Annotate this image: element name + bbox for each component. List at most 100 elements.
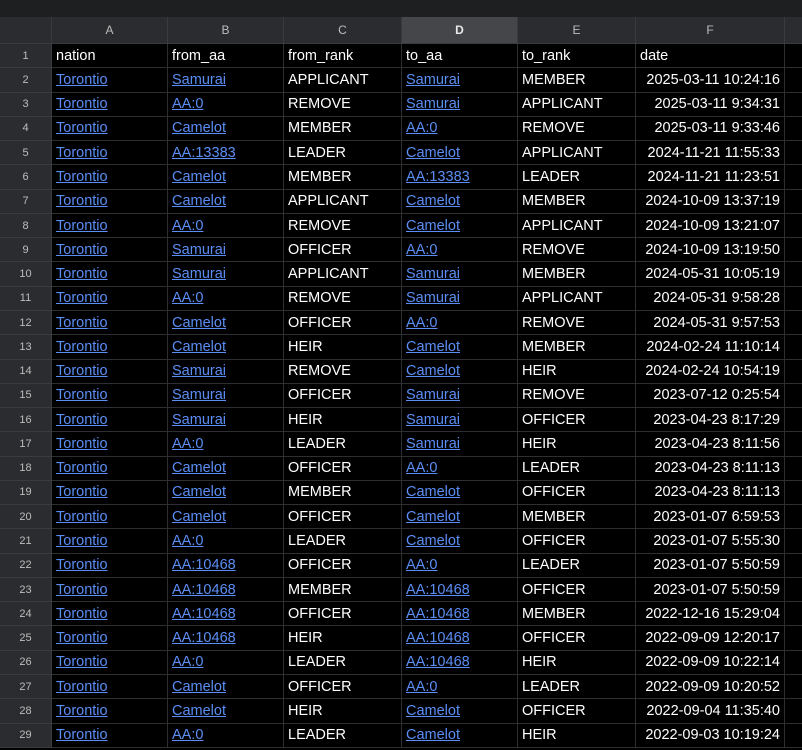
from-rank-cell[interactable]: APPLICANT <box>284 262 402 287</box>
row-number[interactable]: 10 <box>0 262 52 287</box>
to-aa-link[interactable]: Camelot <box>402 213 518 239</box>
from-rank-cell[interactable]: HEIR <box>284 699 402 724</box>
from-aa-link[interactable]: AA:0 <box>168 432 284 457</box>
to-rank-cell[interactable]: APPLICANT <box>518 141 636 166</box>
from-aa-link[interactable]: AA:10468 <box>168 626 284 651</box>
date-cell[interactable]: 2024-11-21 11:55:33 <box>636 141 785 166</box>
row-number[interactable]: 13 <box>0 335 52 360</box>
from-rank-cell[interactable]: REMOVE <box>284 286 402 311</box>
from-aa-link[interactable]: AA:0 <box>168 650 284 676</box>
nation-link[interactable]: Torontio <box>52 456 168 481</box>
row-number[interactable]: 26 <box>0 650 52 676</box>
row-number[interactable]: 18 <box>0 456 52 481</box>
empty-cell[interactable] <box>785 724 802 748</box>
to-aa-link[interactable]: AA:0 <box>402 553 518 578</box>
nation-link[interactable]: Torontio <box>52 480 168 506</box>
empty-cell[interactable] <box>785 311 802 336</box>
empty-cell[interactable] <box>785 432 802 457</box>
empty-cell[interactable] <box>785 238 802 263</box>
to-aa-link[interactable]: AA:0 <box>402 310 518 336</box>
date-cell[interactable]: 2022-09-09 12:20:17 <box>636 626 785 651</box>
date-cell[interactable]: 2022-12-16 15:29:04 <box>636 602 785 627</box>
to-rank-cell[interactable]: MEMBER <box>518 335 636 360</box>
date-cell[interactable]: 2024-10-09 13:21:07 <box>636 213 785 239</box>
date-cell[interactable]: 2024-05-31 9:58:28 <box>636 286 785 311</box>
from-aa-link[interactable]: AA:0 <box>168 529 284 554</box>
date-cell[interactable]: 2023-01-07 6:59:53 <box>636 505 785 530</box>
row-number[interactable]: 16 <box>0 408 52 433</box>
from-rank-cell[interactable]: REMOVE <box>284 359 402 384</box>
from-rank-cell[interactable]: REMOVE <box>284 92 402 117</box>
empty-cell[interactable] <box>785 360 802 384</box>
empty-cell[interactable] <box>785 578 802 603</box>
to-aa-link[interactable]: AA:13383 <box>402 165 518 190</box>
nation-link[interactable]: Torontio <box>52 602 168 627</box>
row-number[interactable]: 11 <box>0 286 52 311</box>
to-rank-cell[interactable]: REMOVE <box>518 238 636 263</box>
row-number[interactable]: 29 <box>0 723 52 748</box>
to-aa-link[interactable]: AA:0 <box>402 116 518 142</box>
date-cell[interactable]: 2025-03-11 9:34:31 <box>636 92 785 117</box>
row-number[interactable]: 15 <box>0 383 52 409</box>
header-cell-from-rank[interactable]: from_rank <box>284 44 402 69</box>
nation-link[interactable]: Torontio <box>52 505 168 530</box>
date-cell[interactable]: 2023-04-23 8:17:29 <box>636 408 785 433</box>
nation-link[interactable]: Torontio <box>52 165 168 190</box>
nation-link[interactable]: Torontio <box>52 553 168 578</box>
to-aa-link[interactable]: Camelot <box>402 699 518 724</box>
empty-cell[interactable] <box>785 44 802 69</box>
to-rank-cell[interactable]: LEADER <box>518 675 636 700</box>
empty-cell[interactable] <box>785 529 802 554</box>
nation-link[interactable]: Torontio <box>52 577 168 603</box>
from-aa-link[interactable]: AA:10468 <box>168 602 284 627</box>
to-aa-link[interactable]: Camelot <box>402 335 518 360</box>
to-aa-link[interactable]: Samurai <box>402 286 518 311</box>
nation-link[interactable]: Torontio <box>52 141 168 166</box>
to-aa-link[interactable]: Samurai <box>402 68 518 93</box>
row-number[interactable]: 12 <box>0 310 52 336</box>
from-aa-link[interactable]: Camelot <box>168 699 284 724</box>
from-rank-cell[interactable]: HEIR <box>284 335 402 360</box>
empty-cell[interactable] <box>785 141 802 166</box>
empty-cell[interactable] <box>785 190 802 214</box>
to-rank-cell[interactable]: APPLICANT <box>518 92 636 117</box>
column-header-g[interactable] <box>785 17 802 43</box>
to-rank-cell[interactable]: HEIR <box>518 723 636 748</box>
date-cell[interactable]: 2024-02-24 11:10:14 <box>636 335 785 360</box>
to-rank-cell[interactable]: MEMBER <box>518 189 636 214</box>
nation-link[interactable]: Torontio <box>52 286 168 311</box>
row-number[interactable]: 17 <box>0 432 52 457</box>
from-rank-cell[interactable]: OFFICER <box>284 310 402 336</box>
column-header-b[interactable]: B <box>168 17 284 43</box>
nation-link[interactable]: Torontio <box>52 383 168 409</box>
from-aa-link[interactable]: Samurai <box>168 383 284 409</box>
to-rank-cell[interactable]: MEMBER <box>518 602 636 627</box>
nation-link[interactable]: Torontio <box>52 238 168 263</box>
date-cell[interactable]: 2023-04-23 8:11:56 <box>636 432 785 457</box>
date-cell[interactable]: 2022-09-09 10:22:14 <box>636 650 785 676</box>
date-cell[interactable]: 2023-01-07 5:55:30 <box>636 529 785 554</box>
column-header-f[interactable]: F <box>636 17 785 43</box>
to-rank-cell[interactable]: REMOVE <box>518 383 636 409</box>
to-aa-link[interactable]: Camelot <box>402 505 518 530</box>
empty-cell[interactable] <box>785 699 802 724</box>
date-cell[interactable]: 2023-04-23 8:11:13 <box>636 480 785 506</box>
row-number[interactable]: 4 <box>0 116 52 142</box>
row-number[interactable]: 23 <box>0 577 52 603</box>
from-aa-link[interactable]: Camelot <box>168 480 284 506</box>
row-number[interactable]: 22 <box>0 553 52 578</box>
from-aa-link[interactable]: Samurai <box>168 408 284 433</box>
from-aa-link[interactable]: Camelot <box>168 310 284 336</box>
from-rank-cell[interactable]: MEMBER <box>284 116 402 142</box>
row-number[interactable]: 24 <box>0 602 52 627</box>
from-rank-cell[interactable]: OFFICER <box>284 456 402 481</box>
date-cell[interactable]: 2022-09-04 11:35:40 <box>636 699 785 724</box>
from-aa-link[interactable]: Camelot <box>168 505 284 530</box>
empty-cell[interactable] <box>785 408 802 433</box>
row-number[interactable]: 14 <box>0 359 52 384</box>
empty-cell[interactable] <box>785 675 802 700</box>
nation-link[interactable]: Torontio <box>52 408 168 433</box>
empty-cell[interactable] <box>785 505 802 530</box>
empty-cell[interactable] <box>785 457 802 481</box>
to-aa-link[interactable]: AA:10468 <box>402 626 518 651</box>
